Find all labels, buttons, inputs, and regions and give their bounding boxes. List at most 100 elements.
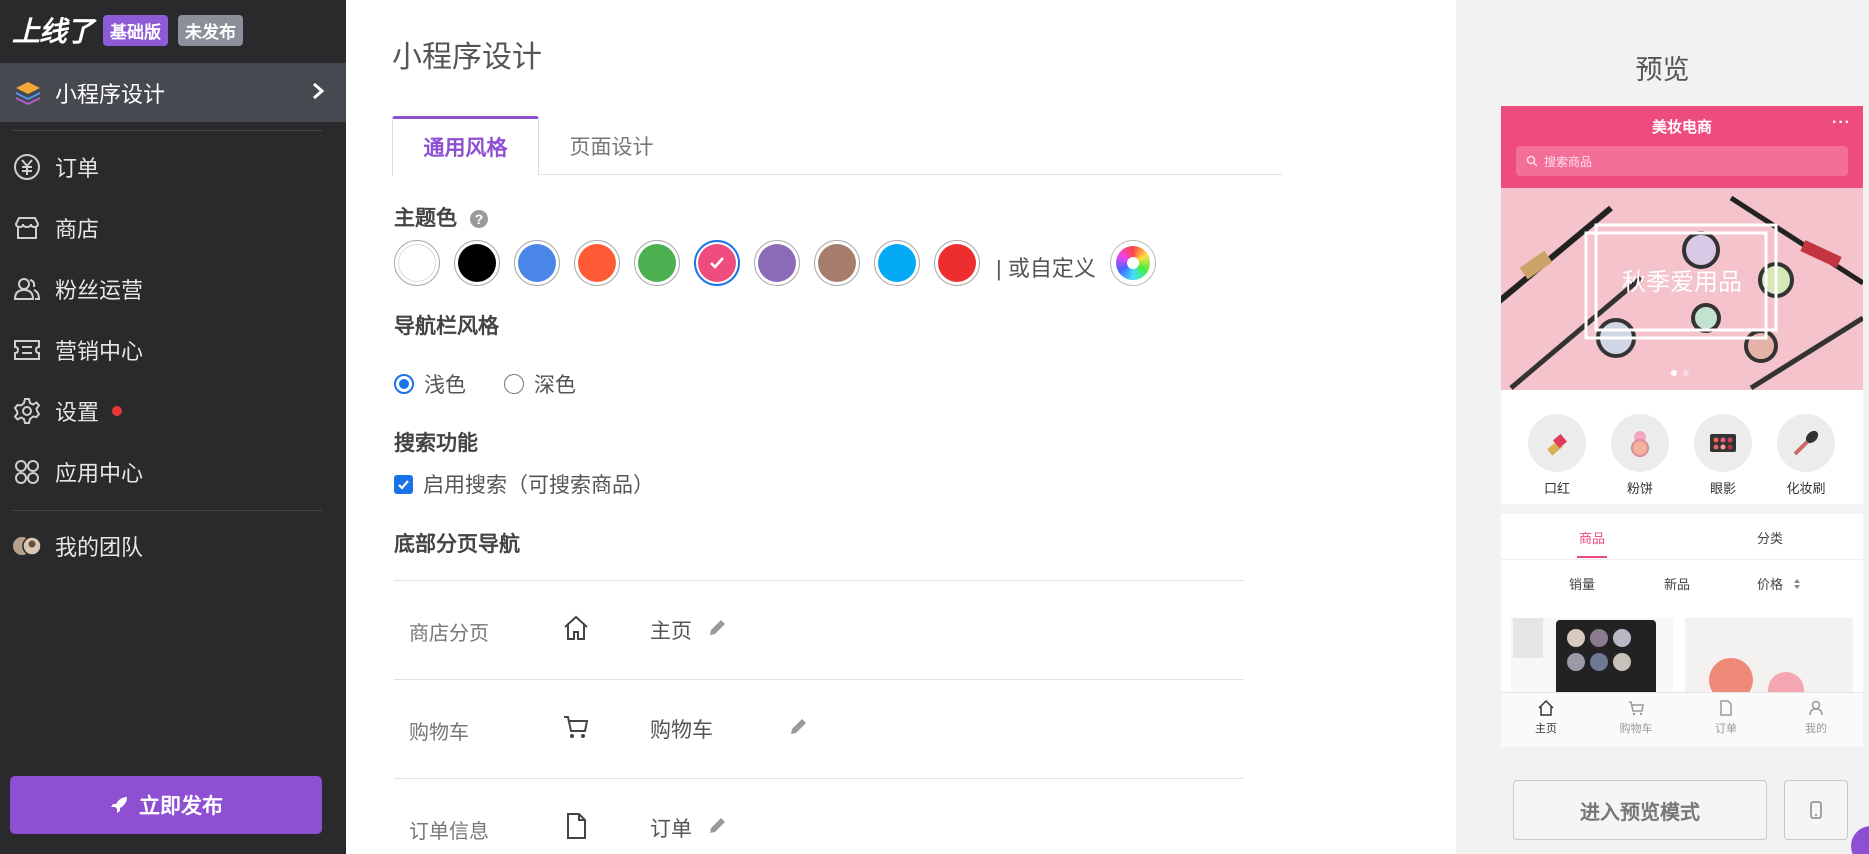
color-swatch[interactable] <box>874 240 920 286</box>
chevron-right-icon <box>313 82 325 100</box>
radio-dark-label: 深色 <box>534 374 576 397</box>
tab-general-style[interactable]: 通用风格 <box>392 116 539 176</box>
radio-light[interactable]: 浅色 <box>394 369 466 399</box>
sort-sales[interactable]: 销量 <box>1569 574 1595 593</box>
check-icon <box>398 479 409 490</box>
page-title: 小程序设计 <box>392 41 542 74</box>
home-icon[interactable] <box>561 613 591 643</box>
color-swatch[interactable] <box>934 240 980 286</box>
category-row: 口红 粉饼 眼影 化妆刷 <box>1501 400 1863 500</box>
publish-button[interactable]: 立即发布 <box>10 776 322 834</box>
phone-search-placeholder: 搜索商品 <box>1544 154 1593 169</box>
color-swatch[interactable] <box>754 240 800 286</box>
tabbar-orders[interactable]: 订单 <box>1696 699 1756 736</box>
gear-icon <box>13 398 41 424</box>
sidebar-item-fans[interactable]: 粉丝运营 <box>0 264 346 314</box>
eyeshadow-palette-icon <box>1694 414 1752 472</box>
sidebar-item-label: 商店 <box>55 217 100 242</box>
publish-button-label: 立即发布 <box>139 795 223 818</box>
cosmetics-banner-picture: 秋季爱用品 <box>1501 188 1863 390</box>
phone-header: 美妆电商 ··· 搜索商品 <box>1501 106 1863 188</box>
pencil-icon[interactable] <box>706 617 728 639</box>
brand-logo[interactable]: 上线了 <box>12 10 94 50</box>
help-icon[interactable]: ? <box>469 209 489 229</box>
sidebar-item-store[interactable]: 商店 <box>0 203 346 253</box>
apps-grid-icon <box>15 460 39 484</box>
tab-page-design[interactable]: 页面设计 <box>539 116 684 175</box>
checkbox-checked[interactable] <box>394 474 413 494</box>
category-label: 口红 <box>1543 481 1570 496</box>
check-icon <box>710 257 724 269</box>
sidebar-item-label: 订单 <box>55 156 100 181</box>
category-eyeshadow[interactable]: 眼影 <box>1688 414 1758 497</box>
tabbar-home[interactable]: 主页 <box>1516 699 1576 736</box>
sidebar-item-my-team[interactable]: 我的团队 <box>0 521 346 571</box>
radio-button[interactable] <box>504 374 524 394</box>
user-icon <box>1809 700 1823 716</box>
cart-icon <box>1629 701 1644 716</box>
sidebar-item-app-center[interactable]: 应用中心 <box>0 447 346 497</box>
tabbar-label: 购物车 <box>1619 723 1653 735</box>
tabbar-cart[interactable]: 购物车 <box>1606 699 1666 736</box>
mobile-preview-button[interactable] <box>1784 780 1848 840</box>
sidebar-item-label: 小程序设计 <box>55 81 166 107</box>
sort-bar: 销量 新品 价格 <box>1501 560 1863 606</box>
color-swatch[interactable] <box>814 240 860 286</box>
color-swatch-fill <box>638 244 676 282</box>
sidebar-item-orders[interactable]: 订单 <box>0 142 346 192</box>
color-swatch-fill <box>578 244 616 282</box>
color-swatch-fill <box>398 244 436 282</box>
divider <box>12 510 322 511</box>
category-brush[interactable]: 化妆刷 <box>1771 414 1841 497</box>
tabbar-me[interactable]: 我的 <box>1786 699 1846 736</box>
category-lipstick[interactable]: 口红 <box>1522 414 1592 497</box>
sidebar-item-label: 粉丝运营 <box>55 278 144 303</box>
color-swatch[interactable] <box>454 240 500 286</box>
color-swatch[interactable] <box>574 240 620 286</box>
divider <box>12 130 322 131</box>
tab-categories[interactable]: 分类 <box>1757 528 1783 547</box>
category-powder[interactable]: 粉饼 <box>1605 414 1675 497</box>
radio-button-selected[interactable] <box>394 374 414 394</box>
yen-circle-icon <box>14 154 40 180</box>
search-section-label: 搜索功能 <box>394 432 478 455</box>
radio-light-label: 浅色 <box>424 374 466 397</box>
bottom-nav-row-label: 订单 <box>650 818 692 841</box>
enter-preview-mode-button[interactable]: 进入预览模式 <box>1513 780 1767 840</box>
sidebar-item-label: 我的团队 <box>55 535 144 560</box>
phone-store-name: 美妆电商 <box>1651 119 1712 136</box>
color-swatch[interactable] <box>394 240 440 286</box>
sidebar-item-miniprogram-design[interactable]: 小程序设计 <box>0 63 346 122</box>
store-icon <box>14 217 40 239</box>
enable-search-label: 启用搜索（可搜索商品） <box>423 474 654 497</box>
tabbar-label: 我的 <box>1805 723 1827 735</box>
document-icon[interactable] <box>561 811 591 841</box>
product-thumbnails <box>1511 618 1853 708</box>
bottom-nav-row-cart: 购物车 购物车 <box>394 679 1244 778</box>
color-swatch-fill <box>698 244 736 282</box>
color-swatch[interactable] <box>634 240 680 286</box>
banner-text: 秋季爱用品 <box>1622 268 1742 296</box>
color-swatch[interactable] <box>514 240 560 286</box>
sidebar-item-marketing[interactable]: 营销中心 <box>0 325 346 375</box>
enable-search-checkbox[interactable]: 启用搜索（可搜索商品） <box>394 469 654 499</box>
plan-badge: 基础版 <box>103 14 169 46</box>
pencil-icon[interactable] <box>787 716 809 738</box>
tab-products[interactable]: 商品 <box>1579 528 1605 547</box>
main-panel: 小程序设计 通用风格 页面设计 主题色 ? | 或自定义 导航栏风格 浅色 深色… <box>346 0 1681 854</box>
pencil-icon[interactable] <box>706 815 728 837</box>
radio-dark[interactable]: 深色 <box>504 369 576 399</box>
sidebar-item-settings[interactable]: 设置 <box>0 386 346 436</box>
phone-search-bar: 搜索商品 <box>1516 146 1848 176</box>
home-icon <box>1538 699 1554 716</box>
sort-new[interactable]: 新品 <box>1664 574 1690 593</box>
active-tab-indicator <box>1577 556 1607 558</box>
sort-price[interactable]: 价格 <box>1757 574 1783 593</box>
preview-title: 预览 <box>1635 55 1690 85</box>
category-label: 眼影 <box>1709 481 1736 496</box>
custom-color-picker[interactable] <box>1110 240 1156 286</box>
color-swatch[interactable] <box>694 240 740 286</box>
cart-icon[interactable] <box>561 712 591 742</box>
color-swatch-fill <box>818 244 856 282</box>
floating-help-button[interactable] <box>1851 826 1869 854</box>
